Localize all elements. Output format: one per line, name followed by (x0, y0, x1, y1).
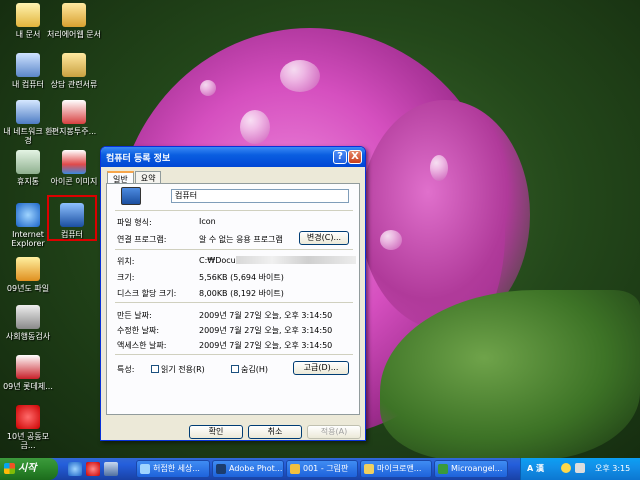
cancel-button[interactable]: 취소 (248, 425, 302, 439)
file-name-field[interactable]: 컴퓨터 (171, 189, 349, 203)
photoshop-icon (216, 464, 226, 474)
hidden-checkbox[interactable]: 숨김(H) (231, 364, 268, 375)
recycle-bin-icon (16, 150, 40, 174)
start-button[interactable]: 시작 (0, 458, 58, 480)
close-button[interactable]: X (348, 150, 362, 164)
water-drop (240, 110, 270, 144)
type-value: Icon (199, 217, 216, 226)
document-icon (16, 355, 40, 379)
size-value: 5,56KB (5,694 바이트) (199, 273, 284, 282)
ime-indicator[interactable]: A 漢 (527, 463, 544, 474)
ok-button[interactable]: 확인 (189, 425, 243, 439)
created-label: 만든 날짜: (117, 311, 152, 320)
desktop-icon-behavior-test[interactable]: 사회행동검사 (0, 305, 56, 341)
advanced-button[interactable]: 고급(D)... (293, 361, 349, 375)
divider (115, 354, 353, 355)
divider (115, 249, 353, 250)
open-with-value: 알 수 없는 응용 프로그램 (199, 235, 283, 244)
water-drop (280, 60, 320, 92)
open-with-label: 연결 프로그램: (117, 235, 167, 244)
folder-icon (16, 257, 40, 281)
attributes-label: 특성: (117, 365, 135, 374)
document-icon (62, 100, 86, 124)
desktop-icon-lotte[interactable]: 09년 롯데제... (0, 355, 56, 391)
desktop-icon-envelope[interactable]: 편지봉투주... (46, 100, 102, 136)
folder-shortcut-icon (62, 53, 86, 77)
water-drop (380, 230, 402, 250)
computer-icon (16, 53, 40, 77)
paint-icon (290, 464, 300, 474)
folder-shortcut-icon (62, 3, 86, 27)
help-button[interactable]: ? (333, 150, 347, 164)
water-drop (200, 80, 216, 96)
desktop-icon-counsel[interactable]: 상담 관련서류 (46, 53, 102, 89)
file-icon (121, 187, 141, 205)
change-button[interactable]: 변경(C)... (299, 231, 349, 245)
disk-size-label: 디스크 할당 크기: (117, 289, 177, 298)
task-microsoft[interactable]: 마이크로앤... (360, 460, 432, 478)
created-value: 2009년 7월 27일 오늘, 오후 3:14:50 (199, 311, 333, 320)
folder-icon (16, 3, 40, 27)
desktop-icon-images[interactable]: 아이콘 이미지 (46, 150, 102, 186)
divider (115, 210, 353, 211)
accessed-label: 액세스한 날짜: (117, 341, 167, 350)
network-icon (16, 100, 40, 124)
blurred-path (235, 256, 356, 264)
location-label: 위치: (117, 257, 135, 266)
apply-button[interactable]: 적용(A) (307, 425, 361, 439)
task-microangel[interactable]: Microangel... (434, 460, 508, 478)
modified-label: 수정한 날짜: (117, 326, 160, 335)
task-browser[interactable]: 허접한 세상... (136, 460, 210, 478)
clock[interactable]: 오후 3:15 (595, 463, 630, 474)
type-label: 파일 형식: (117, 218, 152, 227)
properties-dialog: 컴퓨터 등록 정보 ? X 일반 요약 컴퓨터 파일 형식: Icon 연결 프… (100, 146, 366, 441)
internet-explorer-icon (16, 203, 40, 227)
disk-size-value: 8,00KB (8,192 바이트) (199, 289, 284, 298)
ie-icon (140, 464, 150, 474)
checkbox-box (151, 365, 159, 373)
app-quicklaunch-icon[interactable] (86, 462, 100, 476)
app-icon (438, 464, 448, 474)
checkbox-box (231, 365, 239, 373)
size-label: 크기: (117, 273, 135, 282)
modified-value: 2009년 7월 27일 오늘, 오후 3:14:50 (199, 326, 333, 335)
ie-quicklaunch-icon[interactable] (68, 462, 82, 476)
desktop-icon-computer[interactable]: 컴퓨터 (44, 203, 100, 239)
image-icon (62, 150, 86, 174)
task-photoshop[interactable]: Adobe Phot... (212, 460, 284, 478)
desktop-icon-fundraising[interactable]: 10년 공동모금... (0, 405, 56, 450)
accessed-value: 2009년 7월 27일 오늘, 오후 3:14:50 (199, 341, 333, 350)
shortcut-icon (16, 305, 40, 329)
system-tray: A 漢 오후 3:15 (520, 458, 640, 480)
location-value: C:₩Docu (199, 256, 356, 265)
computer-icon (60, 203, 84, 227)
divider (115, 302, 353, 303)
desktop-icon-2009-files[interactable]: 09년도 파일 (0, 257, 56, 293)
folder-icon (364, 464, 374, 474)
water-drop (430, 155, 448, 181)
desktop-quicklaunch-icon[interactable] (104, 462, 118, 476)
tray-icon[interactable] (561, 463, 571, 473)
document-icon (16, 405, 40, 429)
readonly-checkbox[interactable]: 읽기 전용(R) (151, 364, 205, 375)
dialog-title: 컴퓨터 등록 정보 (106, 153, 171, 164)
taskbar: 시작 허접한 세상... Adobe Phot... 001 - 그림판 마이크… (0, 458, 640, 480)
tray-icon[interactable] (575, 463, 585, 473)
general-panel: 컴퓨터 파일 형식: Icon 연결 프로그램: 알 수 없는 응용 프로그램 … (106, 183, 360, 415)
task-paint[interactable]: 001 - 그림판 (286, 460, 358, 478)
dialog-titlebar[interactable]: 컴퓨터 등록 정보 (101, 147, 365, 167)
windows-flag-icon (4, 463, 15, 474)
desktop-icon-docs[interactable]: 처리에어웹 문서 (46, 3, 102, 39)
